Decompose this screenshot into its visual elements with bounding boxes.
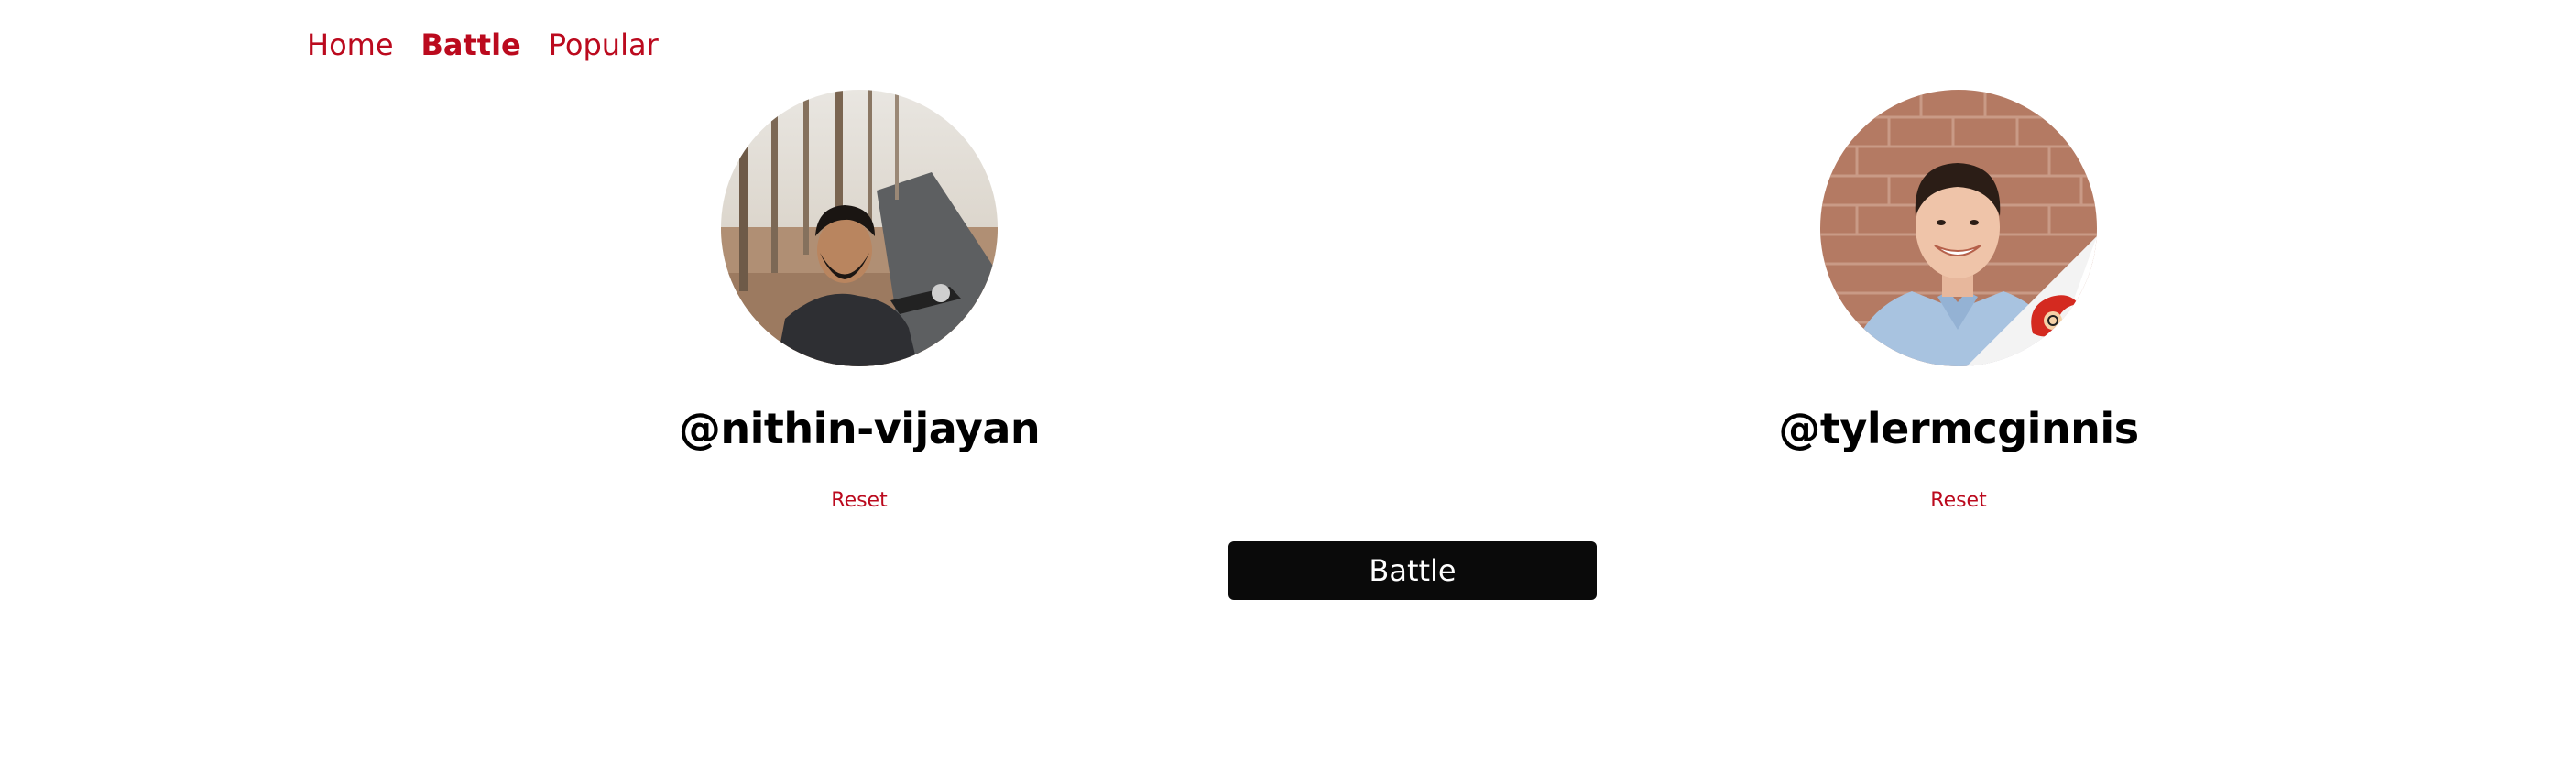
player-one-avatar [721,90,998,366]
player-two-card: @tylermcginnis Reset [1684,90,2233,515]
player-one-card: @nithin-vijayan Reset [584,90,1134,515]
battle-button[interactable]: Battle [1228,541,1597,600]
nav-home-link[interactable]: Home [307,24,394,66]
player-two-reset-button[interactable]: Reset [1930,487,1986,515]
player-one-username: @nithin-vijayan [678,404,1041,453]
nav-battle-link[interactable]: Battle [421,24,521,66]
main-nav: Home Battle Popular [307,24,659,66]
player-one-reset-button[interactable]: Reset [831,487,887,515]
nav-popular-link[interactable]: Popular [549,24,659,66]
battle-page: Home Battle Popular @nithin-vijayan Rese… [0,0,2576,784]
player-two-avatar [1820,90,2097,366]
player-two-username: @tylermcginnis [1778,404,2139,453]
